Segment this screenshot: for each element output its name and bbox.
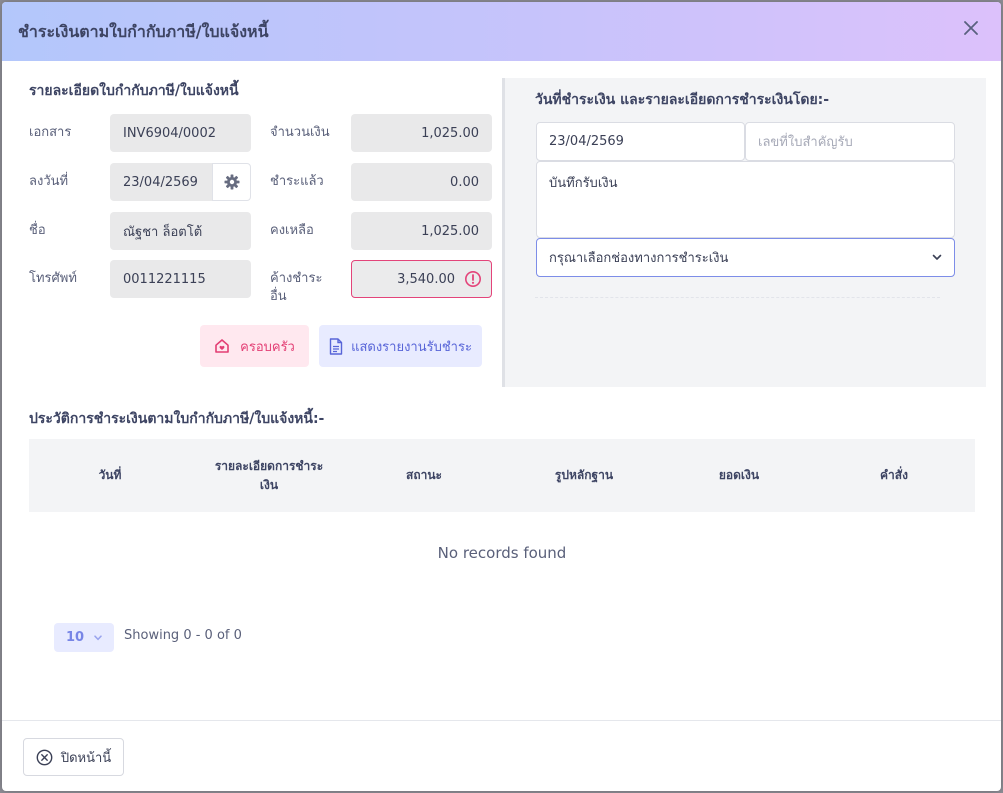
pagination-summary: Showing 0 - 0 of 0	[124, 628, 242, 643]
modal-header: ชำระเงินตามใบกำกับภาษี/ใบแจ้งหนี้	[2, 2, 1001, 61]
column-details: รายละเอียดการชำระเงิน	[214, 458, 324, 492]
payment-channel-placeholder: กรุณาเลือกช่องทางการชำระเงิน	[549, 251, 729, 266]
receipt-number-input[interactable]: เลขที่ใบสำคัญรับ	[745, 122, 955, 161]
modal-title: ชำระเงินตามใบกำกับภาษี/ใบแจ้งหนี้	[18, 22, 269, 41]
close-circle-icon	[36, 749, 53, 765]
column-date: วันที่	[98, 468, 122, 482]
remaining-field: 1,025.00	[351, 212, 492, 250]
modal-footer: ปิดหน้านี้	[2, 720, 1001, 791]
family-button-label: ครอบครัว	[240, 339, 295, 355]
remaining-label: คงเหลือ	[270, 223, 314, 238]
payment-report-button-label: แสดงรายงานรับชำระ	[351, 339, 472, 355]
payment-modal: ชำระเงินตามใบกำกับภาษี/ใบแจ้งหนี้ รายละเ…	[2, 2, 1001, 791]
phone-field: 0011221115	[110, 260, 251, 298]
column-actions: คำสั่ง	[880, 468, 908, 482]
phone-label: โทรศัพท์	[29, 271, 77, 286]
document-label: เอกสาร	[29, 125, 72, 140]
history-section-title: ประวัติการชำระเงินตามใบกำกับภาษี/ใบแจ้งห…	[29, 411, 325, 427]
paid-field: 0.00	[351, 163, 492, 201]
panel-divider	[535, 297, 940, 298]
date-settings-button[interactable]	[212, 163, 251, 201]
column-status: สถานะ	[406, 468, 442, 482]
chevron-down-icon	[94, 634, 102, 640]
alert-circle-icon	[464, 270, 482, 288]
history-table-header: วันที่ รายละเอียดการชำระเงิน สถานะ รูปหล…	[29, 439, 975, 512]
gear-icon	[224, 174, 239, 190]
payment-section-title: วันที่ชำระเงิน และรายละเอียดการชำระเงินโ…	[535, 92, 830, 108]
date-label: ลงวันที่	[29, 174, 69, 189]
other-due-label: ค้างชำระอื่น	[270, 271, 323, 304]
amount-field: 1,025.00	[351, 114, 492, 152]
document-field: INV6904/0002	[110, 114, 251, 152]
page-size-select[interactable]: 10	[54, 623, 114, 652]
name-field: ณัฐชา ล็อตโต้	[110, 212, 251, 250]
chevron-down-icon	[932, 254, 942, 260]
payment-report-button[interactable]: แสดงรายงานรับชำระ	[319, 325, 482, 367]
column-amount: ยอดเงิน	[718, 468, 760, 482]
payment-note-textarea[interactable]: บันทึกรับเงิน	[536, 161, 955, 238]
family-button[interactable]: ครอบครัว	[200, 325, 309, 367]
column-evidence: รูปหลักฐาน	[554, 468, 614, 482]
invoice-date-field[interactable]: 23/04/2569	[110, 163, 213, 201]
payment-date-input[interactable]: 23/04/2569	[536, 122, 745, 161]
home-heart-icon	[215, 339, 229, 353]
invoice-section-title: รายละเอียดใบกำกับภาษี/ใบแจ้งหนี้	[29, 83, 239, 99]
close-icon[interactable]	[959, 16, 983, 40]
name-label: ชื่อ	[29, 223, 46, 238]
amount-label: จำนวนเงิน	[270, 125, 330, 140]
paid-label: ชำระแล้ว	[270, 174, 324, 189]
payment-channel-select[interactable]: กรุณาเลือกช่องทางการชำระเงิน	[536, 238, 955, 277]
page-size-value: 10	[65, 630, 85, 645]
close-page-button-label: ปิดหน้านี้	[60, 750, 112, 766]
close-page-button[interactable]: ปิดหน้านี้	[23, 738, 124, 776]
empty-state-text: No records found	[437, 544, 567, 562]
document-icon	[329, 337, 343, 355]
